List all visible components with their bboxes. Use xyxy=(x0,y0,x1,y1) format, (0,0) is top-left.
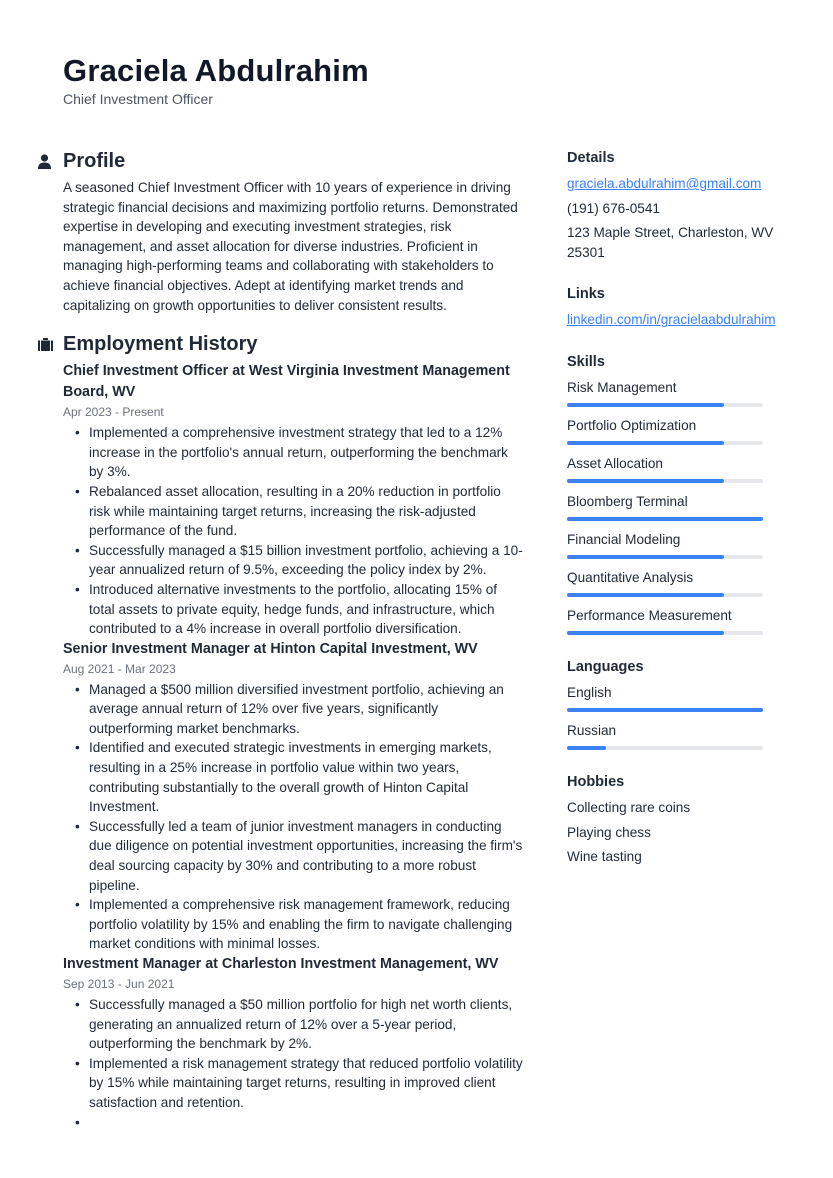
skills-heading: Skills xyxy=(567,353,605,370)
links-heading: Links xyxy=(567,286,605,303)
level-bar-track xyxy=(567,554,763,559)
job-bullet: Successfully managed a $50 million portf… xyxy=(75,995,523,1054)
skill-item: Portfolio Optimization xyxy=(567,416,797,445)
language-label: Russian xyxy=(567,722,617,738)
level-bar-track xyxy=(567,592,763,597)
job-entry: Chief Investment Officer at West Virgini… xyxy=(63,361,523,639)
hobby-item: Wine tasting xyxy=(567,849,642,865)
hobbies-section: Hobbies Collecting rare coins Playing che… xyxy=(567,772,797,867)
level-bar-track xyxy=(567,440,763,445)
person-icon xyxy=(38,151,63,171)
skill-label: Performance Measurement xyxy=(567,607,732,623)
job-bullet: Implemented a comprehensive risk managem… xyxy=(75,895,523,954)
language-label: English xyxy=(567,684,612,700)
language-item: Russian xyxy=(567,721,797,750)
skill-item: Asset Allocation xyxy=(567,454,797,483)
briefcase-icon xyxy=(38,334,63,354)
job-dates: Sep 2013 - Jun 2021 xyxy=(63,977,175,991)
links-section: Links linkedin.com/in/gracielaabdulrahim xyxy=(567,284,797,330)
skill-item: Quantitative Analysis xyxy=(567,568,797,597)
languages-section: Languages English Russian xyxy=(567,657,797,750)
skill-label: Bloomberg Terminal xyxy=(567,493,688,509)
employment-section: Employment History Chief Investment Offi… xyxy=(38,331,523,1132)
job-entry: Senior Investment Manager at Hinton Capi… xyxy=(63,639,523,954)
job-title: Senior Investment Manager at Hinton Capi… xyxy=(63,640,478,657)
level-bar-fill xyxy=(567,554,724,559)
job-bullet: Implemented a risk management strategy t… xyxy=(75,1054,523,1113)
skill-item: Performance Measurement xyxy=(567,606,797,635)
details-heading: Details xyxy=(567,150,615,166)
job-bullet: Implemented a comprehensive investment s… xyxy=(75,423,523,482)
candidate-name: Graciela Abdulrahim xyxy=(63,53,369,88)
email-link[interactable]: graciela.abdulrahim@gmail.com xyxy=(567,176,761,191)
job-bullets: Managed a $500 million diversified inves… xyxy=(75,680,523,954)
job-dates: Apr 2023 - Present xyxy=(63,405,164,420)
level-bar-track xyxy=(567,707,763,712)
level-bar-fill xyxy=(567,707,763,712)
hobbies-heading: Hobbies xyxy=(567,773,625,790)
job-bullets: Successfully managed a $50 million portf… xyxy=(75,995,523,1132)
employment-heading: Employment History xyxy=(63,332,258,355)
level-bar-track xyxy=(567,630,763,635)
job-bullet: Successfully managed a $15 billion inves… xyxy=(75,541,523,580)
level-bar-track xyxy=(567,402,763,407)
skill-item: Bloomberg Terminal xyxy=(567,492,797,521)
job-entry: Investment Manager at Charleston Investm… xyxy=(63,954,523,1132)
profile-summary: A seasoned Chief Investment Officer with… xyxy=(63,180,518,313)
hobby-item: Playing chess xyxy=(567,824,651,840)
job-bullets: Implemented a comprehensive investment s… xyxy=(75,423,523,639)
profile-section: Profile A seasoned Chief Investment Offi… xyxy=(38,148,523,315)
profile-heading: Profile xyxy=(63,149,126,172)
level-bar-fill xyxy=(567,592,724,597)
details-section: Details graciela.abdulrahim@gmail.com (1… xyxy=(567,148,797,262)
skill-label: Quantitative Analysis xyxy=(567,569,694,585)
hobby-item: Collecting rare coins xyxy=(567,799,691,815)
resume-header: Graciela Abdulrahim Chief Investment Off… xyxy=(63,52,369,108)
level-bar-track xyxy=(567,516,763,521)
job-bullet: Managed a $500 million diversified inves… xyxy=(75,680,523,739)
job-bullet xyxy=(75,1113,523,1133)
linkedin-link[interactable]: linkedin.com/in/gracielaabdulrahim xyxy=(567,312,776,327)
address: 123 Maple Street, Charleston, WV 25301 xyxy=(567,225,774,260)
languages-heading: Languages xyxy=(567,658,644,675)
level-bar-fill xyxy=(567,516,763,521)
level-bar-track xyxy=(567,478,763,483)
job-title: Chief Investment Officer at West Virgini… xyxy=(63,363,510,401)
skill-item: Financial Modeling xyxy=(567,530,797,559)
skill-label: Portfolio Optimization xyxy=(567,417,697,433)
skill-label: Asset Allocation xyxy=(567,455,663,471)
job-bullet: Introduced alternative investments to th… xyxy=(75,580,523,639)
language-item: English xyxy=(567,683,797,712)
level-bar-fill xyxy=(567,630,724,635)
job-bullet: Rebalanced asset allocation, resulting i… xyxy=(75,482,523,541)
job-title: Investment Manager at Charleston Investm… xyxy=(63,956,499,972)
skill-item: Risk Management xyxy=(567,378,797,407)
skill-label: Financial Modeling xyxy=(567,531,681,547)
phone-number: (191) 676-0541 xyxy=(567,200,660,216)
level-bar-fill xyxy=(567,745,607,750)
skills-section: Skills Risk Management Portfolio Optimiz… xyxy=(567,352,797,635)
candidate-title: Chief Investment Officer xyxy=(63,91,213,107)
level-bar-track xyxy=(567,745,763,750)
job-dates: Aug 2021 - Mar 2023 xyxy=(63,661,176,676)
level-bar-fill xyxy=(567,440,724,445)
main-column: Profile A seasoned Chief Investment Offi… xyxy=(38,148,523,1148)
level-bar-fill xyxy=(567,478,724,483)
level-bar-fill xyxy=(567,402,724,407)
job-bullet: Identified and executed strategic invest… xyxy=(75,738,523,816)
sidebar: Details graciela.abdulrahim@gmail.com (1… xyxy=(567,148,797,889)
skill-label: Risk Management xyxy=(567,379,677,395)
job-bullet: Successfully led a team of junior invest… xyxy=(75,817,523,895)
